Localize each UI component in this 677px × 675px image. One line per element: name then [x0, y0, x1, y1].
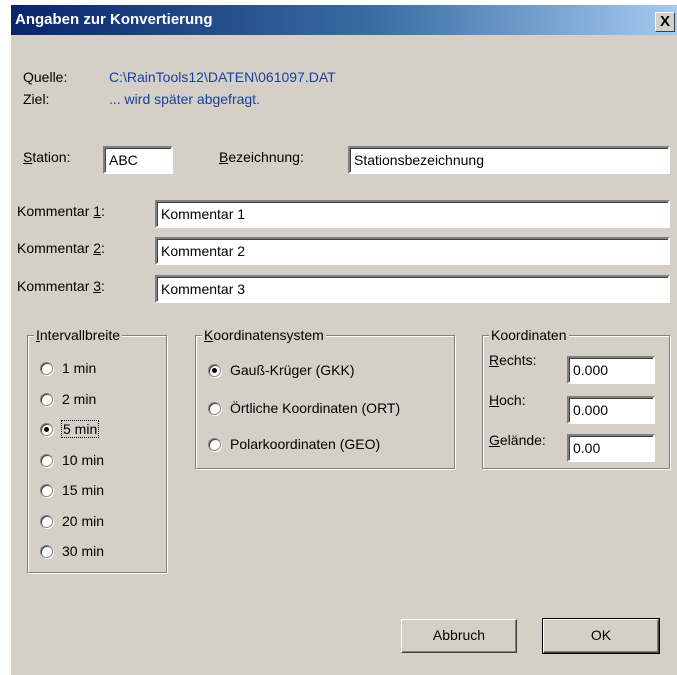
window-title: Angaben zur Konvertierung — [15, 11, 213, 28]
station-label: Station: — [23, 149, 71, 165]
source-label: Quelle: — [23, 69, 68, 85]
radio-unchecked-icon[interactable] — [40, 362, 53, 375]
radio-unchecked-icon[interactable] — [208, 438, 221, 451]
gelaende-label: Gelände: — [489, 432, 546, 448]
radio-unchecked-icon[interactable] — [40, 393, 53, 406]
coordsystem-legend: Koordinatensystem — [202, 327, 326, 343]
conversion-dialog: Angaben zur Konvertierung X Quelle: C:\R… — [10, 4, 677, 675]
comment-1-label: Kommentar 1: — [17, 203, 105, 219]
ok-button[interactable]: OK — [542, 618, 660, 654]
designation-label: Bezeichnung: — [219, 149, 304, 165]
hoch-input[interactable]: 0.000 — [567, 396, 655, 424]
comment-1-input[interactable]: Kommentar 1 — [155, 200, 670, 228]
rechts-input[interactable]: 0.000 — [567, 356, 655, 384]
interval-group: Intervallbreite 1 min 2 min 5 min 10 min… — [27, 327, 167, 573]
radio-unchecked-icon[interactable] — [208, 402, 221, 415]
comment-2-label: Kommentar 2: — [17, 240, 105, 256]
hoch-label: Hoch: — [489, 392, 526, 408]
radio-checked-icon[interactable] — [208, 364, 221, 377]
comment-2-input[interactable]: Kommentar 2 — [155, 237, 670, 265]
radio-unchecked-icon[interactable] — [40, 545, 53, 558]
radio-unchecked-icon[interactable] — [40, 484, 53, 497]
target-label: Ziel: — [23, 91, 50, 107]
rechts-label: Rechts: — [489, 352, 537, 368]
coordinates-group: Koordinaten Rechts: 0.000 Hoch: 0.000 Ge… — [482, 327, 670, 469]
comment-3-input[interactable]: Kommentar 3 — [155, 275, 670, 303]
coordsystem-group: Koordinatensystem Gauß-Krüger (GKK) Örtl… — [195, 327, 455, 469]
radio-unchecked-icon[interactable] — [40, 515, 53, 528]
interval-legend: Intervallbreite — [34, 327, 123, 343]
radio-unchecked-icon[interactable] — [40, 454, 53, 467]
cancel-button[interactable]: Abbruch — [401, 619, 517, 653]
designation-input[interactable]: Stationsbezeichnung — [348, 146, 670, 174]
station-input[interactable]: ABC — [103, 146, 173, 174]
close-button[interactable]: X — [655, 12, 675, 32]
source-path: C:\RainTools12\DATEN\061097.DAT — [109, 69, 336, 85]
comment-3-label: Kommentar 3: — [17, 278, 105, 294]
target-value: ... wird später abgefragt. — [109, 91, 260, 107]
gelaende-input[interactable]: 0.00 — [567, 434, 655, 462]
coordinates-legend: Koordinaten — [489, 327, 569, 343]
close-icon: X — [659, 13, 670, 30]
title-bar[interactable]: Angaben zur Konvertierung X — [11, 5, 677, 35]
radio-checked-icon[interactable] — [40, 423, 53, 436]
